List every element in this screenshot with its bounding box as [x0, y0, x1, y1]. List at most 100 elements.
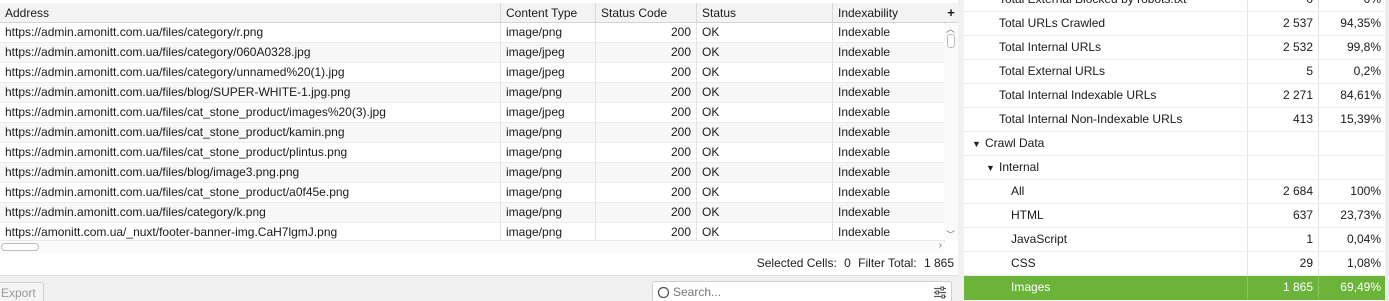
content-type-cell[interactable]: image/png [501, 143, 596, 162]
content-type-cell[interactable]: image/jpeg [501, 63, 596, 82]
status-code-cell[interactable]: 200 [596, 123, 697, 142]
overview-row-percent: 1,08% [1346, 256, 1381, 270]
status-cell[interactable]: OK [697, 203, 833, 222]
address-cell[interactable]: https://admin.amonitt.com.ua/files/blog/… [0, 83, 501, 102]
indexability-cell[interactable]: Indexable [833, 183, 945, 202]
address-cell[interactable]: https://admin.amonitt.com.ua/files/cat_s… [0, 123, 501, 142]
overview-row[interactable]: ▼ Crawl Data [964, 132, 1389, 156]
status-code-cell[interactable]: 200 [596, 63, 697, 82]
status-cell[interactable]: OK [697, 163, 833, 182]
overview-row[interactable]: Images 1 865 69,49% [964, 276, 1389, 300]
address-cell[interactable]: https://admin.amonitt.com.ua/files/categ… [0, 203, 501, 222]
column-header-status[interactable]: Status [697, 3, 833, 22]
overview-row[interactable]: Total Internal Indexable URLs 2 271 84,61% [964, 84, 1389, 108]
expand-triangle-icon[interactable]: ▼ [972, 133, 985, 155]
overview-row[interactable]: Total URLs Crawled 2 537 94,35% [964, 12, 1389, 36]
content-type-cell[interactable]: image/png [501, 123, 596, 142]
overview-row[interactable]: Total Internal URLs 2 532 99,8% [964, 36, 1389, 60]
overview-row[interactable]: CSS 29 1,08% [964, 252, 1389, 276]
scroll-right-icon[interactable]: › [939, 240, 942, 251]
overview-row[interactable]: ▼ Internal [964, 156, 1389, 180]
selection-status: Selected Cells: 0 Filter Total: 1 865 [753, 255, 954, 271]
overview-row-label: ▼ Crawl Data [964, 132, 1248, 155]
indexability-cell[interactable]: Indexable [833, 123, 945, 142]
content-type-cell[interactable]: image/png [501, 23, 596, 42]
indexability-cell[interactable]: Indexable [833, 143, 945, 162]
content-type-cell[interactable]: image/png [501, 203, 596, 222]
table-row[interactable]: https://admin.amonitt.com.ua/files/cat_s… [0, 103, 945, 123]
overview-row-label: CSS [964, 252, 1248, 275]
status-cell[interactable]: OK [697, 63, 833, 82]
status-code-cell[interactable]: 200 [596, 83, 697, 102]
overview-row[interactable]: JavaScript 1 0,04% [964, 228, 1389, 252]
overview-row[interactable]: HTML 637 23,73% [964, 204, 1389, 228]
scroll-down-icon[interactable]: ﹀ [946, 228, 955, 241]
address-cell[interactable]: https://admin.amonitt.com.ua/files/cat_s… [0, 103, 501, 122]
table-row[interactable]: https://admin.amonitt.com.ua/files/categ… [0, 23, 945, 43]
content-type-cell[interactable]: image/png [501, 183, 596, 202]
table-row[interactable]: https://admin.amonitt.com.ua/files/blog/… [0, 83, 945, 103]
overview-row[interactable]: Total External URLs 5 0,2% [964, 60, 1389, 84]
status-code-cell[interactable]: 200 [596, 163, 697, 182]
content-type-cell[interactable]: image/png [501, 163, 596, 182]
status-cell[interactable]: OK [697, 43, 833, 62]
address-cell[interactable]: https://admin.amonitt.com.ua/files/cat_s… [0, 183, 501, 202]
filter-settings-icon[interactable] [933, 286, 947, 299]
indexability-cell[interactable]: Indexable [833, 203, 945, 222]
horizontal-scroll-thumb[interactable] [1, 243, 39, 251]
table-row[interactable]: https://admin.amonitt.com.ua/files/cat_s… [0, 183, 945, 203]
add-column-button[interactable]: + [944, 3, 958, 23]
column-header-indexability[interactable]: Indexability [833, 3, 945, 22]
indexability-cell[interactable]: Indexable [833, 83, 945, 102]
overview-row[interactable]: Total Internal Non-Indexable URLs 413 15,3… [964, 108, 1389, 132]
vertical-scroll-thumb[interactable] [947, 34, 955, 48]
status-code-cell[interactable]: 200 [596, 43, 697, 62]
address-cell[interactable]: https://admin.amonitt.com.ua/files/blog/… [0, 163, 501, 182]
address-cell[interactable]: https://admin.amonitt.com.ua/files/categ… [0, 43, 501, 62]
column-header-status-code[interactable]: Status Code [596, 3, 697, 22]
status-code-cell[interactable]: 200 [596, 203, 697, 222]
overview-row[interactable]: Total External Blocked by robots.txt 00% [964, 0, 1389, 12]
address-cell[interactable]: https://admin.amonitt.com.ua/files/categ… [0, 23, 501, 42]
overview-row-label: Total Internal URLs [964, 36, 1248, 59]
content-type-cell[interactable]: image/jpeg [501, 103, 596, 122]
indexability-cell[interactable]: Indexable [833, 103, 945, 122]
table-row[interactable]: https://admin.amonitt.com.ua/files/cat_s… [0, 123, 945, 143]
results-table: Address Content Type Status Code Status … [0, 3, 945, 243]
status-cell[interactable]: OK [697, 143, 833, 162]
overview-row-percent: 69,49% [1340, 280, 1381, 294]
table-row[interactable]: https://admin.amonitt.com.ua/files/categ… [0, 203, 945, 223]
table-row[interactable]: https://admin.amonitt.com.ua/files/blog/… [0, 163, 945, 183]
indexability-cell[interactable]: Indexable [833, 43, 945, 62]
overview-row-label: Total External Blocked by robots.txt [964, 0, 1248, 11]
column-header-address[interactable]: Address [0, 3, 501, 22]
table-row[interactable]: https://admin.amonitt.com.ua/files/categ… [0, 63, 945, 83]
content-type-cell[interactable]: image/png [501, 83, 596, 102]
overview-row[interactable]: All 2 684 100% [964, 180, 1389, 204]
table-row[interactable]: https://admin.amonitt.com.ua/files/cat_s… [0, 143, 945, 163]
indexability-cell[interactable]: Indexable [833, 163, 945, 182]
content-type-cell[interactable]: image/jpeg [501, 43, 596, 62]
status-cell[interactable]: OK [697, 23, 833, 42]
overview-scrollbar[interactable] [1385, 0, 1389, 301]
horizontal-scrollbar[interactable]: › [0, 240, 944, 253]
status-code-cell[interactable]: 200 [596, 183, 697, 202]
vertical-scrollbar[interactable]: ︿ ﹀ [944, 24, 958, 240]
status-cell[interactable]: OK [697, 123, 833, 142]
export-button[interactable]: Export [0, 282, 44, 301]
status-code-cell[interactable]: 200 [596, 103, 697, 122]
table-row[interactable]: https://admin.amonitt.com.ua/files/categ… [0, 43, 945, 63]
column-header-content-type[interactable]: Content Type [501, 3, 596, 22]
indexability-cell[interactable]: Indexable [833, 23, 945, 42]
status-code-cell[interactable]: 200 [596, 23, 697, 42]
overview-row-value [1248, 132, 1319, 155]
indexability-cell[interactable]: Indexable [833, 63, 945, 82]
status-cell[interactable]: OK [697, 183, 833, 202]
address-cell[interactable]: https://admin.amonitt.com.ua/files/categ… [0, 63, 501, 82]
status-cell[interactable]: OK [697, 83, 833, 102]
status-code-cell[interactable]: 200 [596, 143, 697, 162]
address-cell[interactable]: https://admin.amonitt.com.ua/files/cat_s… [0, 143, 501, 162]
status-cell[interactable]: OK [697, 103, 833, 122]
search-input[interactable] [673, 284, 923, 300]
expand-triangle-icon[interactable]: ▼ [986, 157, 999, 179]
